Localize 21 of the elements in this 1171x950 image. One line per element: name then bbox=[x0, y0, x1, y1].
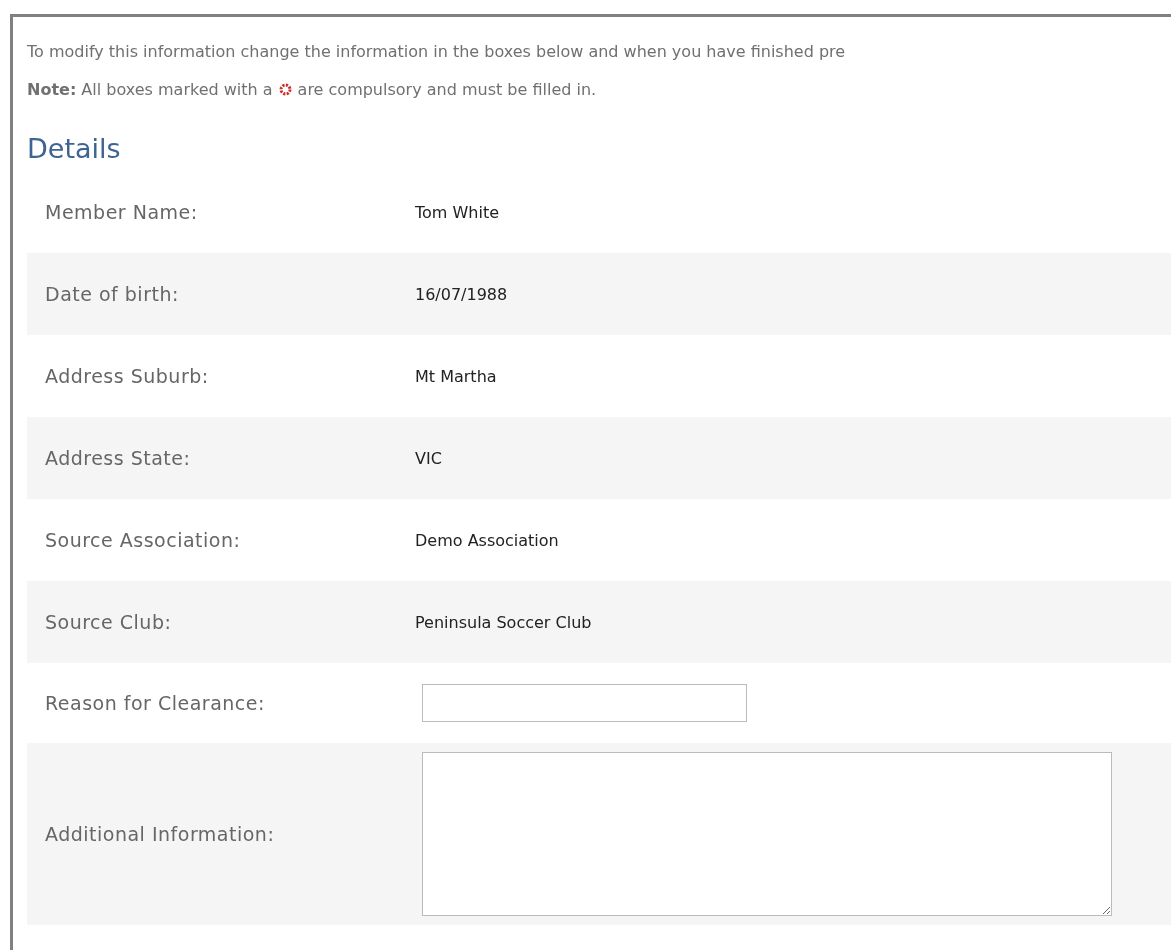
note-text: are compulsory and must be filled in. bbox=[297, 80, 597, 99]
intro-text: To modify this information change the information in the boxes below and when you have finished pre bbox=[27, 41, 847, 63]
field-label: Date of birth: bbox=[44, 283, 180, 305]
field-label: Additional Information: bbox=[44, 823, 276, 845]
required-icon bbox=[278, 83, 292, 96]
field-value: Demo Association bbox=[415, 530, 559, 550]
field-label: Member Name: bbox=[44, 201, 199, 223]
note-text: Note: All boxes marked with a bbox=[27, 80, 273, 99]
field-label: Reason for Clearance: bbox=[44, 692, 266, 714]
input-field[interactable] bbox=[422, 684, 747, 722]
section-title: Details bbox=[27, 133, 122, 165]
text-area[interactable] bbox=[422, 752, 1112, 916]
field-value: 16/07/1988 bbox=[415, 284, 508, 304]
field-label: Source Association: bbox=[44, 529, 242, 551]
field-label: Address State: bbox=[44, 447, 192, 469]
field-value: Peninsula Soccer Club bbox=[415, 612, 592, 632]
field-label: Address Suburb: bbox=[44, 365, 210, 387]
field-value: Tom White bbox=[415, 202, 500, 222]
field-label: Source Club: bbox=[44, 611, 173, 633]
field-value: Mt Martha bbox=[415, 366, 497, 386]
field-value: VIC bbox=[415, 448, 442, 468]
